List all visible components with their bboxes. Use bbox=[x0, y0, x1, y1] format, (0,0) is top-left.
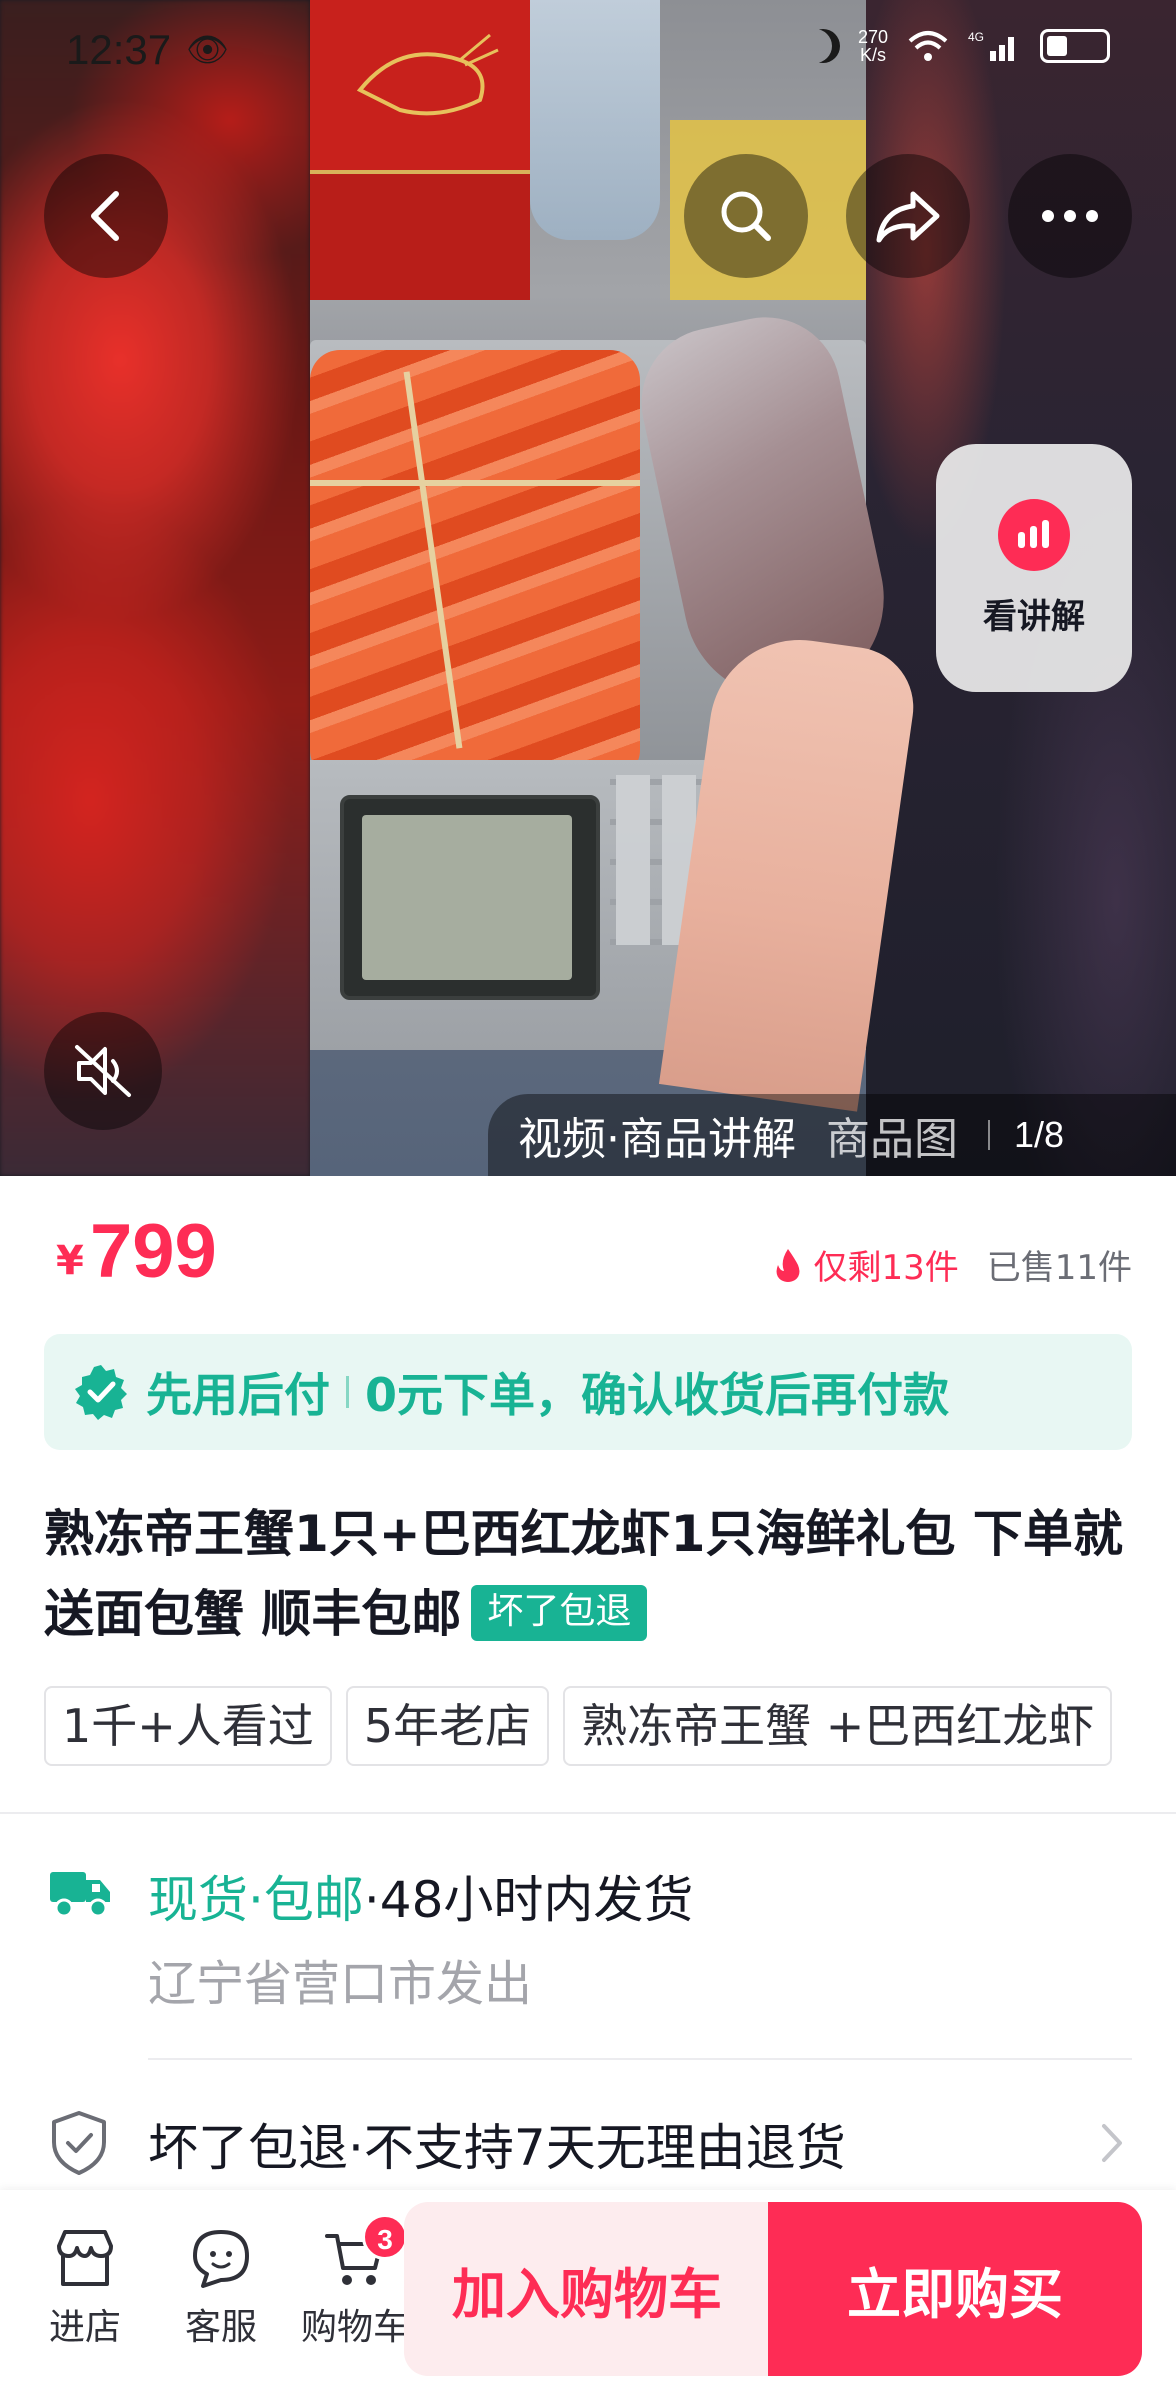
store-icon bbox=[57, 2230, 113, 2286]
share-button[interactable] bbox=[846, 154, 970, 278]
tab-video-explanation[interactable]: 视频·商品讲解 bbox=[518, 1103, 796, 1167]
buy-now-button[interactable]: 立即购买 bbox=[768, 2202, 1142, 2376]
share-icon bbox=[876, 191, 940, 243]
tag-chips: 1千+人看过 5年老店 熟冻帝王蟹 +巴西红龙虾 bbox=[44, 1686, 1134, 1768]
cart-label: 购物车 bbox=[300, 2307, 409, 2348]
network-type: 4G bbox=[968, 30, 984, 44]
cart-count-badge: 3 bbox=[362, 2214, 408, 2260]
mute-icon bbox=[75, 1045, 131, 1097]
store-label: 进店 bbox=[48, 2307, 121, 2348]
king-crab bbox=[310, 350, 640, 780]
price-row: ¥ 799 仅剩13件 已售11件 bbox=[0, 1176, 1176, 1326]
shipping-info[interactable]: 现货·包邮·48小时内发货 bbox=[148, 1860, 693, 1932]
pay-later-banner[interactable]: 先用后付 0元下单，确认收货后再付款 bbox=[44, 1334, 1132, 1450]
bars-icon bbox=[998, 498, 1070, 571]
media-counter: 1/8 bbox=[1014, 1114, 1065, 1155]
view-explanation-button[interactable]: 看讲解 bbox=[936, 444, 1132, 692]
section-divider-inset bbox=[148, 2058, 1132, 2060]
shield-icon bbox=[52, 2111, 106, 2175]
more-button[interactable] bbox=[1008, 154, 1132, 278]
tab-divider bbox=[988, 1120, 990, 1150]
product-title: 熟冻帝王蟹1只+巴西红龙虾1只海鲜礼包 下单就送面包蟹 顺丰包邮 坏了包退 bbox=[44, 1494, 1134, 1654]
media-blur-left bbox=[0, 0, 310, 1176]
moon-icon bbox=[806, 29, 840, 63]
status-time: 12:37 bbox=[66, 26, 172, 73]
store-button[interactable]: 进店 bbox=[30, 2228, 140, 2350]
section-divider bbox=[0, 1812, 1176, 1814]
view-explanation-label: 看讲解 bbox=[983, 596, 1085, 637]
chip-views[interactable]: 1千+人看过 bbox=[44, 1686, 332, 1766]
add-to-cart-button[interactable]: 加入购物车 bbox=[404, 2202, 770, 2376]
customer-service-label: 客服 bbox=[184, 2307, 257, 2348]
stock-remaining: 仅剩13件 bbox=[813, 1248, 959, 1288]
eye-icon: 👁 bbox=[186, 30, 230, 70]
net-speed: 270 K/s bbox=[857, 27, 888, 65]
chip-keyword[interactable]: 熟冻帝王蟹 +巴西红龙虾 bbox=[563, 1686, 1113, 1766]
tab-product-images[interactable]: 商品图 bbox=[826, 1103, 958, 1167]
pay-later-divider bbox=[346, 1376, 349, 1408]
crab-string bbox=[310, 480, 640, 486]
flame-icon bbox=[777, 1248, 800, 1282]
more-icon bbox=[1042, 210, 1098, 222]
mute-button[interactable] bbox=[44, 1012, 162, 1130]
pay-later-title: 先用后付 bbox=[146, 1368, 330, 1422]
cart-button[interactable]: 3 购物车 bbox=[300, 2214, 410, 2350]
customer-service-button[interactable]: 客服 bbox=[166, 2228, 276, 2350]
battery-icon bbox=[1040, 29, 1110, 63]
shipping-tag: 现货·包邮 bbox=[148, 1871, 364, 1929]
media-tab-bar: 视频·商品讲解 商品图 1/8 bbox=[488, 1094, 1176, 1176]
chat-icon bbox=[193, 2230, 249, 2288]
shipping-origin: 辽宁省营口市发出 bbox=[148, 1956, 533, 2012]
scale-display bbox=[340, 795, 600, 1000]
shipping-time: ·48小时内发货 bbox=[363, 1871, 694, 1929]
stock-info: 仅剩13件 已售11件 bbox=[773, 1240, 1132, 1289]
sold-count: 已售11件 bbox=[986, 1248, 1132, 1288]
red-gift-box-lower bbox=[310, 170, 530, 300]
wifi-icon bbox=[908, 31, 948, 61]
check-shield-icon bbox=[75, 1365, 127, 1420]
signal-icon: 4G bbox=[968, 30, 1014, 61]
guarantee-row[interactable]: 坏了包退·不支持7天无理由退货 bbox=[148, 2108, 846, 2180]
search-icon bbox=[721, 191, 771, 241]
bottom-action-bar: 进店 客服 3 购物车 加入购物车 立即购买 bbox=[0, 2190, 1176, 2400]
return-badge: 坏了包退 bbox=[471, 1585, 648, 1641]
back-button[interactable] bbox=[44, 154, 168, 278]
truck-icon bbox=[50, 1872, 110, 1918]
search-button[interactable] bbox=[684, 154, 808, 278]
currency-symbol: ¥ bbox=[56, 1238, 84, 1284]
back-arrow-icon bbox=[91, 191, 119, 241]
price-value: 799 bbox=[90, 1209, 217, 1294]
pay-later-description: 0元下单，确认收货后再付款 bbox=[365, 1368, 950, 1422]
status-bar: 12:37 👁 270 K/s 4G bbox=[0, 0, 1176, 100]
status-right: 270 K/s 4G bbox=[806, 28, 1110, 64]
chevron-right-icon[interactable] bbox=[1098, 2120, 1126, 2166]
chip-store-age[interactable]: 5年老店 bbox=[345, 1686, 550, 1766]
